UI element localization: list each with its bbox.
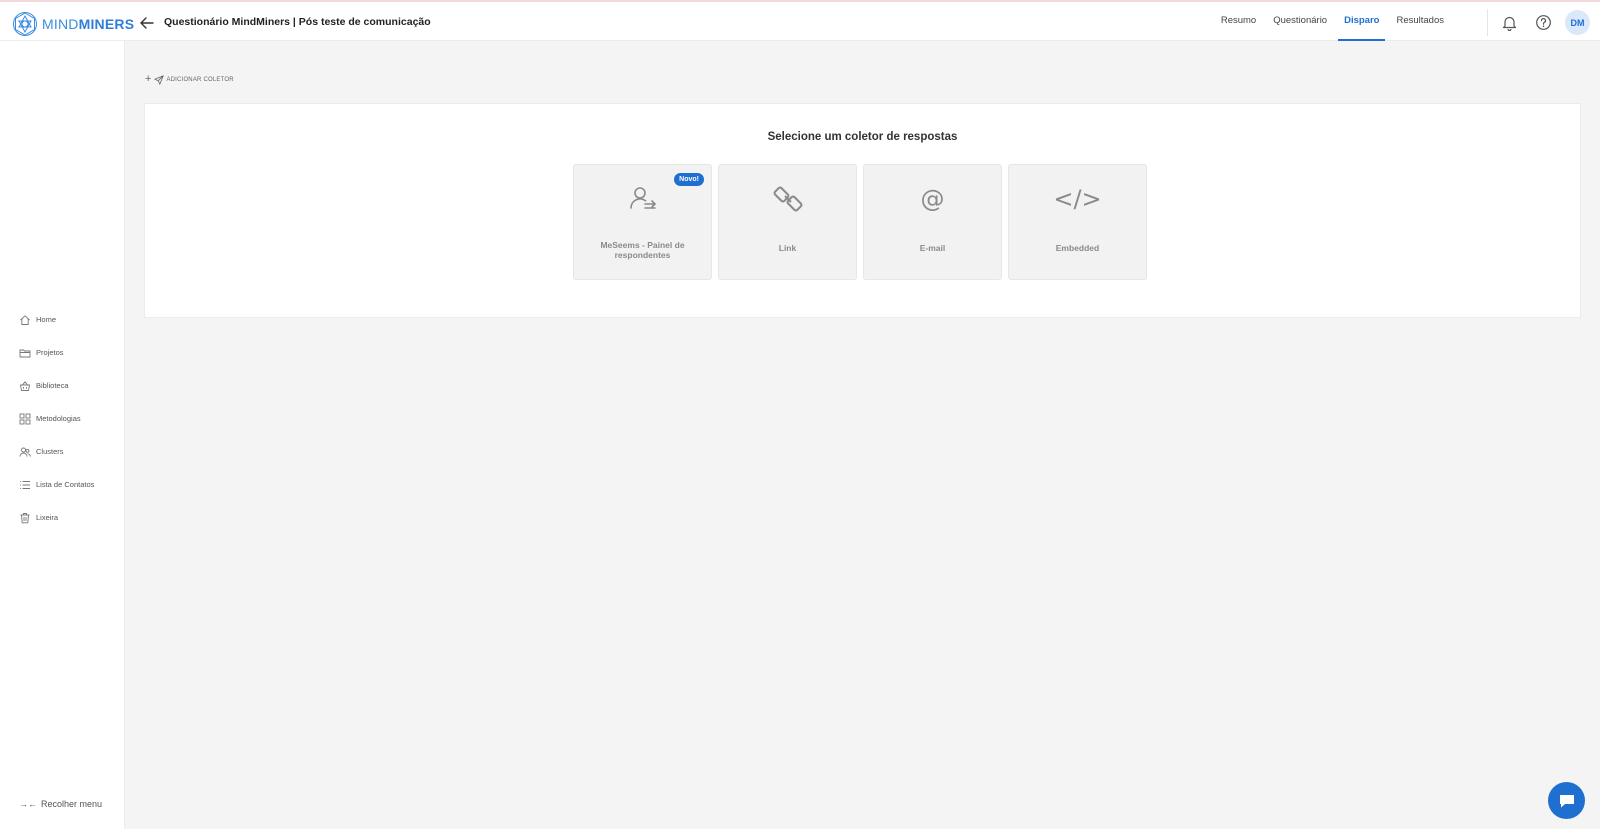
collapse-menu-label: Recolher menu: [41, 799, 103, 809]
avatar[interactable]: DM: [1565, 10, 1590, 35]
sidebar-item-projetos[interactable]: Projetos: [0, 336, 125, 369]
collector-card-label: MeSeems - Painel de respondentes: [600, 240, 685, 260]
sidebar-item-label: Clusters: [36, 447, 64, 456]
collector-card-email[interactable]: @ E-mail: [863, 164, 1002, 280]
collector-card-link[interactable]: Link: [718, 164, 857, 280]
chat-bubble-icon: [1559, 794, 1574, 807]
collector-card-embedded[interactable]: </> Embedded: [1008, 164, 1147, 280]
home-icon: [20, 314, 30, 325]
at-sign-icon: @: [920, 185, 945, 213]
sidebar-item-label: Biblioteca: [36, 381, 69, 390]
sidebar-item-label: Home: [36, 315, 57, 324]
collector-card-label: Link: [778, 243, 797, 253]
sidebar: Home Projetos Biblioteca Metodologias Cl…: [0, 41, 125, 829]
list-icon: [20, 480, 30, 489]
plus-icon: +: [145, 73, 152, 85]
folder-icon: [19, 349, 31, 357]
collector-card-label: Embedded: [1055, 243, 1100, 253]
sidebar-item-biblioteca[interactable]: Biblioteca: [0, 369, 125, 402]
collector-card-label: E-mail: [919, 243, 946, 253]
collapse-arrows-icon: →←: [19, 799, 37, 809]
grid-icon: [19, 413, 31, 424]
user-panel-icon: [629, 187, 656, 209]
sidebar-item-home[interactable]: Home: [0, 303, 125, 336]
code-icon: </>: [1053, 185, 1102, 213]
tab-resumo[interactable]: Resumo: [1215, 2, 1262, 41]
sidebar-item-metodologias[interactable]: Metodologias: [0, 402, 125, 435]
card-icon-wrap: </>: [1009, 183, 1146, 215]
top-bar: MINDMINERS Questionário MindMiners | Pós…: [0, 0, 1600, 41]
logo-text: MINDMINERS: [42, 16, 135, 32]
geometric-logo-icon: [13, 12, 37, 36]
sidebar-item-label: Projetos: [36, 348, 64, 357]
basket-icon: [20, 380, 30, 391]
page-title: Questionário MindMiners | Pós teste de c…: [164, 16, 431, 28]
sidebar-item-label: Metodologias: [36, 414, 81, 423]
card-icon-wrap: [574, 183, 711, 215]
header-divider: [1487, 9, 1488, 36]
users-icon: [19, 447, 31, 457]
sidebar-item-lista-de-contatos[interactable]: Lista de Contatos: [0, 468, 125, 501]
card-icon-wrap: [719, 183, 856, 215]
bell-icon[interactable]: [1501, 14, 1518, 31]
chat-button[interactable]: [1548, 782, 1585, 819]
tab-questionario[interactable]: Questionário: [1267, 2, 1333, 41]
header-tabs: Resumo Questionário Disparo Resultados: [1210, 2, 1450, 41]
question-circle-icon[interactable]: [1535, 14, 1552, 31]
send-icon: [154, 74, 165, 85]
sidebar-item-lixeira[interactable]: Lixeira: [0, 501, 125, 534]
collapse-menu-button[interactable]: →← Recolher menu: [19, 799, 102, 809]
sidebar-item-label: Lista de Contatos: [36, 480, 95, 489]
arrow-left-icon[interactable]: [138, 14, 156, 32]
collector-card-meseems[interactable]: Novo! MeSeems - Painel de respondentes: [573, 164, 712, 280]
add-collector-button[interactable]: + ADICIONAR COLETOR: [145, 74, 234, 85]
card-icon-wrap: @: [864, 183, 1001, 215]
collector-cards: Novo! MeSeems - Painel de respondentes L…: [573, 164, 1153, 280]
trash-icon: [20, 512, 30, 523]
add-collector-label: ADICIONAR COLETOR: [166, 76, 234, 83]
tab-resultados[interactable]: Resultados: [1390, 2, 1450, 41]
sidebar-item-label: Lixeira: [36, 513, 59, 522]
sidebar-item-clusters[interactable]: Clusters: [0, 435, 125, 468]
logo[interactable]: MINDMINERS: [12, 11, 134, 37]
tab-disparo[interactable]: Disparo: [1338, 2, 1386, 41]
sidebar-nav: Home Projetos Biblioteca Metodologias Cl…: [0, 303, 125, 534]
collector-panel: Selecione um coletor de respostas Novo! …: [144, 103, 1581, 318]
chain-link-icon: [773, 186, 802, 212]
panel-title: Selecione um coletor de respostas: [767, 131, 958, 143]
